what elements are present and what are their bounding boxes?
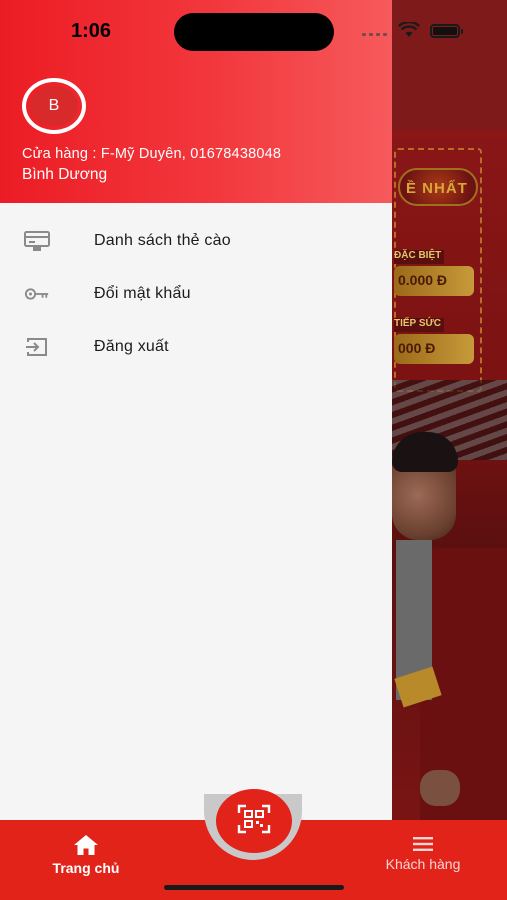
prize-tag: TIẾP SỨC xyxy=(394,318,444,332)
nav-home[interactable]: Trang chủ xyxy=(44,834,128,884)
avatar-initial: B xyxy=(30,86,78,126)
key-icon xyxy=(24,281,50,307)
store-info: Cửa hàng : F-Mỹ Duyên, 01678438048 xyxy=(22,146,282,162)
store-region: Bình Dương xyxy=(22,166,108,183)
signal-icon xyxy=(362,26,388,36)
menu-item-logout[interactable]: Đăng xuất xyxy=(0,320,392,373)
logout-icon xyxy=(24,334,50,360)
nav-customers[interactable]: Khách hàng xyxy=(376,836,470,884)
menu-item-label: Đổi mật khẩu xyxy=(94,284,191,302)
dynamic-island xyxy=(174,13,334,51)
qr-scan-button[interactable] xyxy=(216,789,292,853)
menu-item-change-password[interactable]: Đổi mật khẩu xyxy=(0,267,392,320)
battery-icon xyxy=(430,24,463,38)
prize-value: 000 Đ xyxy=(394,334,474,364)
prize-value: 0.000 Đ xyxy=(394,266,474,296)
status-bar: 1:06 xyxy=(0,0,507,64)
menu-item-label: Danh sách thẻ cào xyxy=(94,231,231,249)
menu-item-label: Đăng xuất xyxy=(94,337,169,355)
card-list-icon xyxy=(24,228,50,254)
drawer-menu: Danh sách thẻ cào Đổi mật khẩu Đăng xuất xyxy=(0,214,392,373)
status-time: 1:06 xyxy=(71,20,112,42)
menu-item-card-list[interactable]: Danh sách thẻ cào xyxy=(0,214,392,267)
qr-scan-icon xyxy=(237,804,271,839)
promo-logo: Ề NHẤT xyxy=(398,168,478,206)
banner-person-hand xyxy=(420,770,460,806)
avatar[interactable]: B xyxy=(22,78,86,134)
navigation-drawer: B Cửa hàng : F-Mỹ Duyên, 01678438048 Bìn… xyxy=(0,0,392,820)
wifi-icon xyxy=(397,20,421,43)
prize-tag: ĐẶC BIỆT xyxy=(394,250,444,264)
menu-icon xyxy=(412,836,434,852)
home-indicator xyxy=(164,885,344,890)
nav-home-label: Trang chủ xyxy=(52,860,120,876)
home-icon xyxy=(73,834,99,856)
nav-customers-label: Khách hàng xyxy=(385,856,461,872)
